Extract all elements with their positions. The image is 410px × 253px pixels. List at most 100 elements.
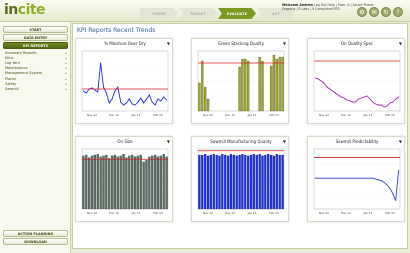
chart-point[interactable] <box>380 104 382 106</box>
chart-bar[interactable] <box>99 156 102 210</box>
chart-point[interactable] <box>352 101 354 103</box>
chart-point[interactable] <box>320 80 322 82</box>
chart-point[interactable] <box>100 62 102 64</box>
chart-point[interactable] <box>346 177 348 179</box>
chart-point[interactable] <box>82 90 84 92</box>
chart-bar[interactable] <box>275 58 278 112</box>
kpi-chart-on-size[interactable]: On Size ▼ Nov 12 Dec 12 Jan 13 Feb 13 <box>75 136 173 222</box>
chart-bar[interactable] <box>232 154 235 210</box>
chart-bar[interactable] <box>206 155 210 210</box>
chart-bar[interactable] <box>198 154 201 210</box>
chart-point[interactable] <box>314 177 316 179</box>
chart-bar[interactable] <box>278 56 281 112</box>
chart-bar[interactable] <box>272 155 276 210</box>
chart-bar[interactable] <box>131 154 134 210</box>
kpi-chart-green-stacking-quality[interactable]: Green Stacking Quality ▼ Nov 12 Dec 12 Jan 1… <box>191 38 289 124</box>
chart-bar[interactable] <box>88 157 91 210</box>
chart-bar[interactable] <box>105 154 108 210</box>
chart-bar[interactable] <box>255 154 258 210</box>
chart-point[interactable] <box>360 177 362 179</box>
chart-bar[interactable] <box>148 156 151 210</box>
chart-bar[interactable] <box>102 155 105 210</box>
chart-point[interactable] <box>323 82 325 84</box>
chart-point[interactable] <box>335 92 336 94</box>
chart-point[interactable] <box>340 96 342 98</box>
chart-point[interactable] <box>85 92 87 94</box>
chart-bar[interactable] <box>212 154 215 210</box>
action-planning-button[interactable]: ACTION PLANNING <box>3 230 68 237</box>
chart-point[interactable] <box>123 104 125 106</box>
chart-point[interactable] <box>343 177 345 179</box>
chart-bar[interactable] <box>269 65 273 112</box>
chart-point[interactable] <box>103 86 104 88</box>
chart-point[interactable] <box>392 101 394 103</box>
chart-menu-icon[interactable]: ▼ <box>399 41 403 46</box>
chart-bar[interactable] <box>215 154 218 210</box>
kpi-chart--moisture-over-dry[interactable]: % Moisture Over Dry ▼ Nov 12 Dec 12 Jan 13 Fe… <box>75 38 173 124</box>
kpi-chart-sawmill-manufacturing-quality[interactable]: Sawmill Manufacturing Quality ▼ Nov 12 Dec … <box>191 136 289 222</box>
chart-point[interactable] <box>108 102 110 104</box>
chart-bar[interactable] <box>85 154 88 210</box>
chart-bar[interactable] <box>201 60 204 112</box>
chart-point[interactable] <box>380 180 382 182</box>
chart-bar[interactable] <box>113 154 117 210</box>
chart-bar[interactable] <box>153 154 157 210</box>
chart-bar[interactable] <box>278 154 281 210</box>
chart-point[interactable] <box>337 177 339 179</box>
chart-bar[interactable] <box>224 154 227 210</box>
chart-point[interactable] <box>146 98 147 100</box>
chart-bar[interactable] <box>281 56 284 112</box>
chart-point[interactable] <box>314 77 316 79</box>
chart-bar[interactable] <box>206 98 210 112</box>
chart-bar[interactable] <box>226 155 230 210</box>
data-entry-button[interactable]: DATA ENTRY <box>3 34 68 41</box>
chart-point[interactable] <box>355 177 357 179</box>
chart-point[interactable] <box>369 177 371 179</box>
chart-menu-icon[interactable]: ▼ <box>167 41 171 46</box>
chart-bar[interactable] <box>275 154 278 210</box>
chart-point[interactable] <box>383 106 385 108</box>
chart-point[interactable] <box>360 97 362 99</box>
mail-icon[interactable]: ✉ <box>369 7 379 17</box>
chart-point[interactable] <box>140 97 142 99</box>
chart-bar[interactable] <box>162 154 165 210</box>
chart-menu-icon[interactable]: ▼ <box>167 139 171 144</box>
chart-point[interactable] <box>386 184 388 186</box>
chart-point[interactable] <box>343 97 345 99</box>
chart-point[interactable] <box>97 91 99 93</box>
chart-point[interactable] <box>363 177 365 179</box>
chart-bar[interactable] <box>122 154 125 210</box>
chart-point[interactable] <box>114 90 116 92</box>
chart-bar[interactable] <box>119 155 122 210</box>
chart-point[interactable] <box>163 96 165 98</box>
chart-bar[interactable] <box>204 154 207 210</box>
chart-bar[interactable] <box>267 154 270 210</box>
chart-bar[interactable] <box>82 155 85 210</box>
chart-point[interactable] <box>366 177 368 179</box>
chart-bar[interactable] <box>145 160 148 210</box>
chart-bar[interactable] <box>241 154 244 210</box>
chart-point[interactable] <box>375 178 377 180</box>
help-icon[interactable]: ? <box>393 7 403 17</box>
chart-point[interactable] <box>317 78 319 80</box>
chart-point[interactable] <box>105 92 107 94</box>
chart-point[interactable] <box>372 101 374 103</box>
chart-point[interactable] <box>378 179 379 181</box>
chart-point[interactable] <box>332 177 334 179</box>
chart-menu-icon[interactable]: ▼ <box>399 139 403 144</box>
chart-point[interactable] <box>366 95 368 97</box>
chart-point[interactable] <box>372 177 374 179</box>
chart-bar[interactable] <box>139 154 142 210</box>
chart-bar[interactable] <box>281 154 284 210</box>
chart-bar[interactable] <box>136 155 140 210</box>
chart-point[interactable] <box>326 86 328 88</box>
kpi-reports-button[interactable]: KPI REPORTS <box>3 42 68 49</box>
chart-bar[interactable] <box>235 155 238 210</box>
chart-point[interactable] <box>134 104 136 106</box>
chart-bar[interactable] <box>244 58 247 112</box>
chart-point[interactable] <box>340 177 342 179</box>
chart-point[interactable] <box>157 98 159 100</box>
step-evaluate[interactable]: EVALUATE <box>218 8 256 19</box>
chart-point[interactable] <box>329 177 331 179</box>
step-stage[interactable]: STAGE <box>140 8 178 19</box>
